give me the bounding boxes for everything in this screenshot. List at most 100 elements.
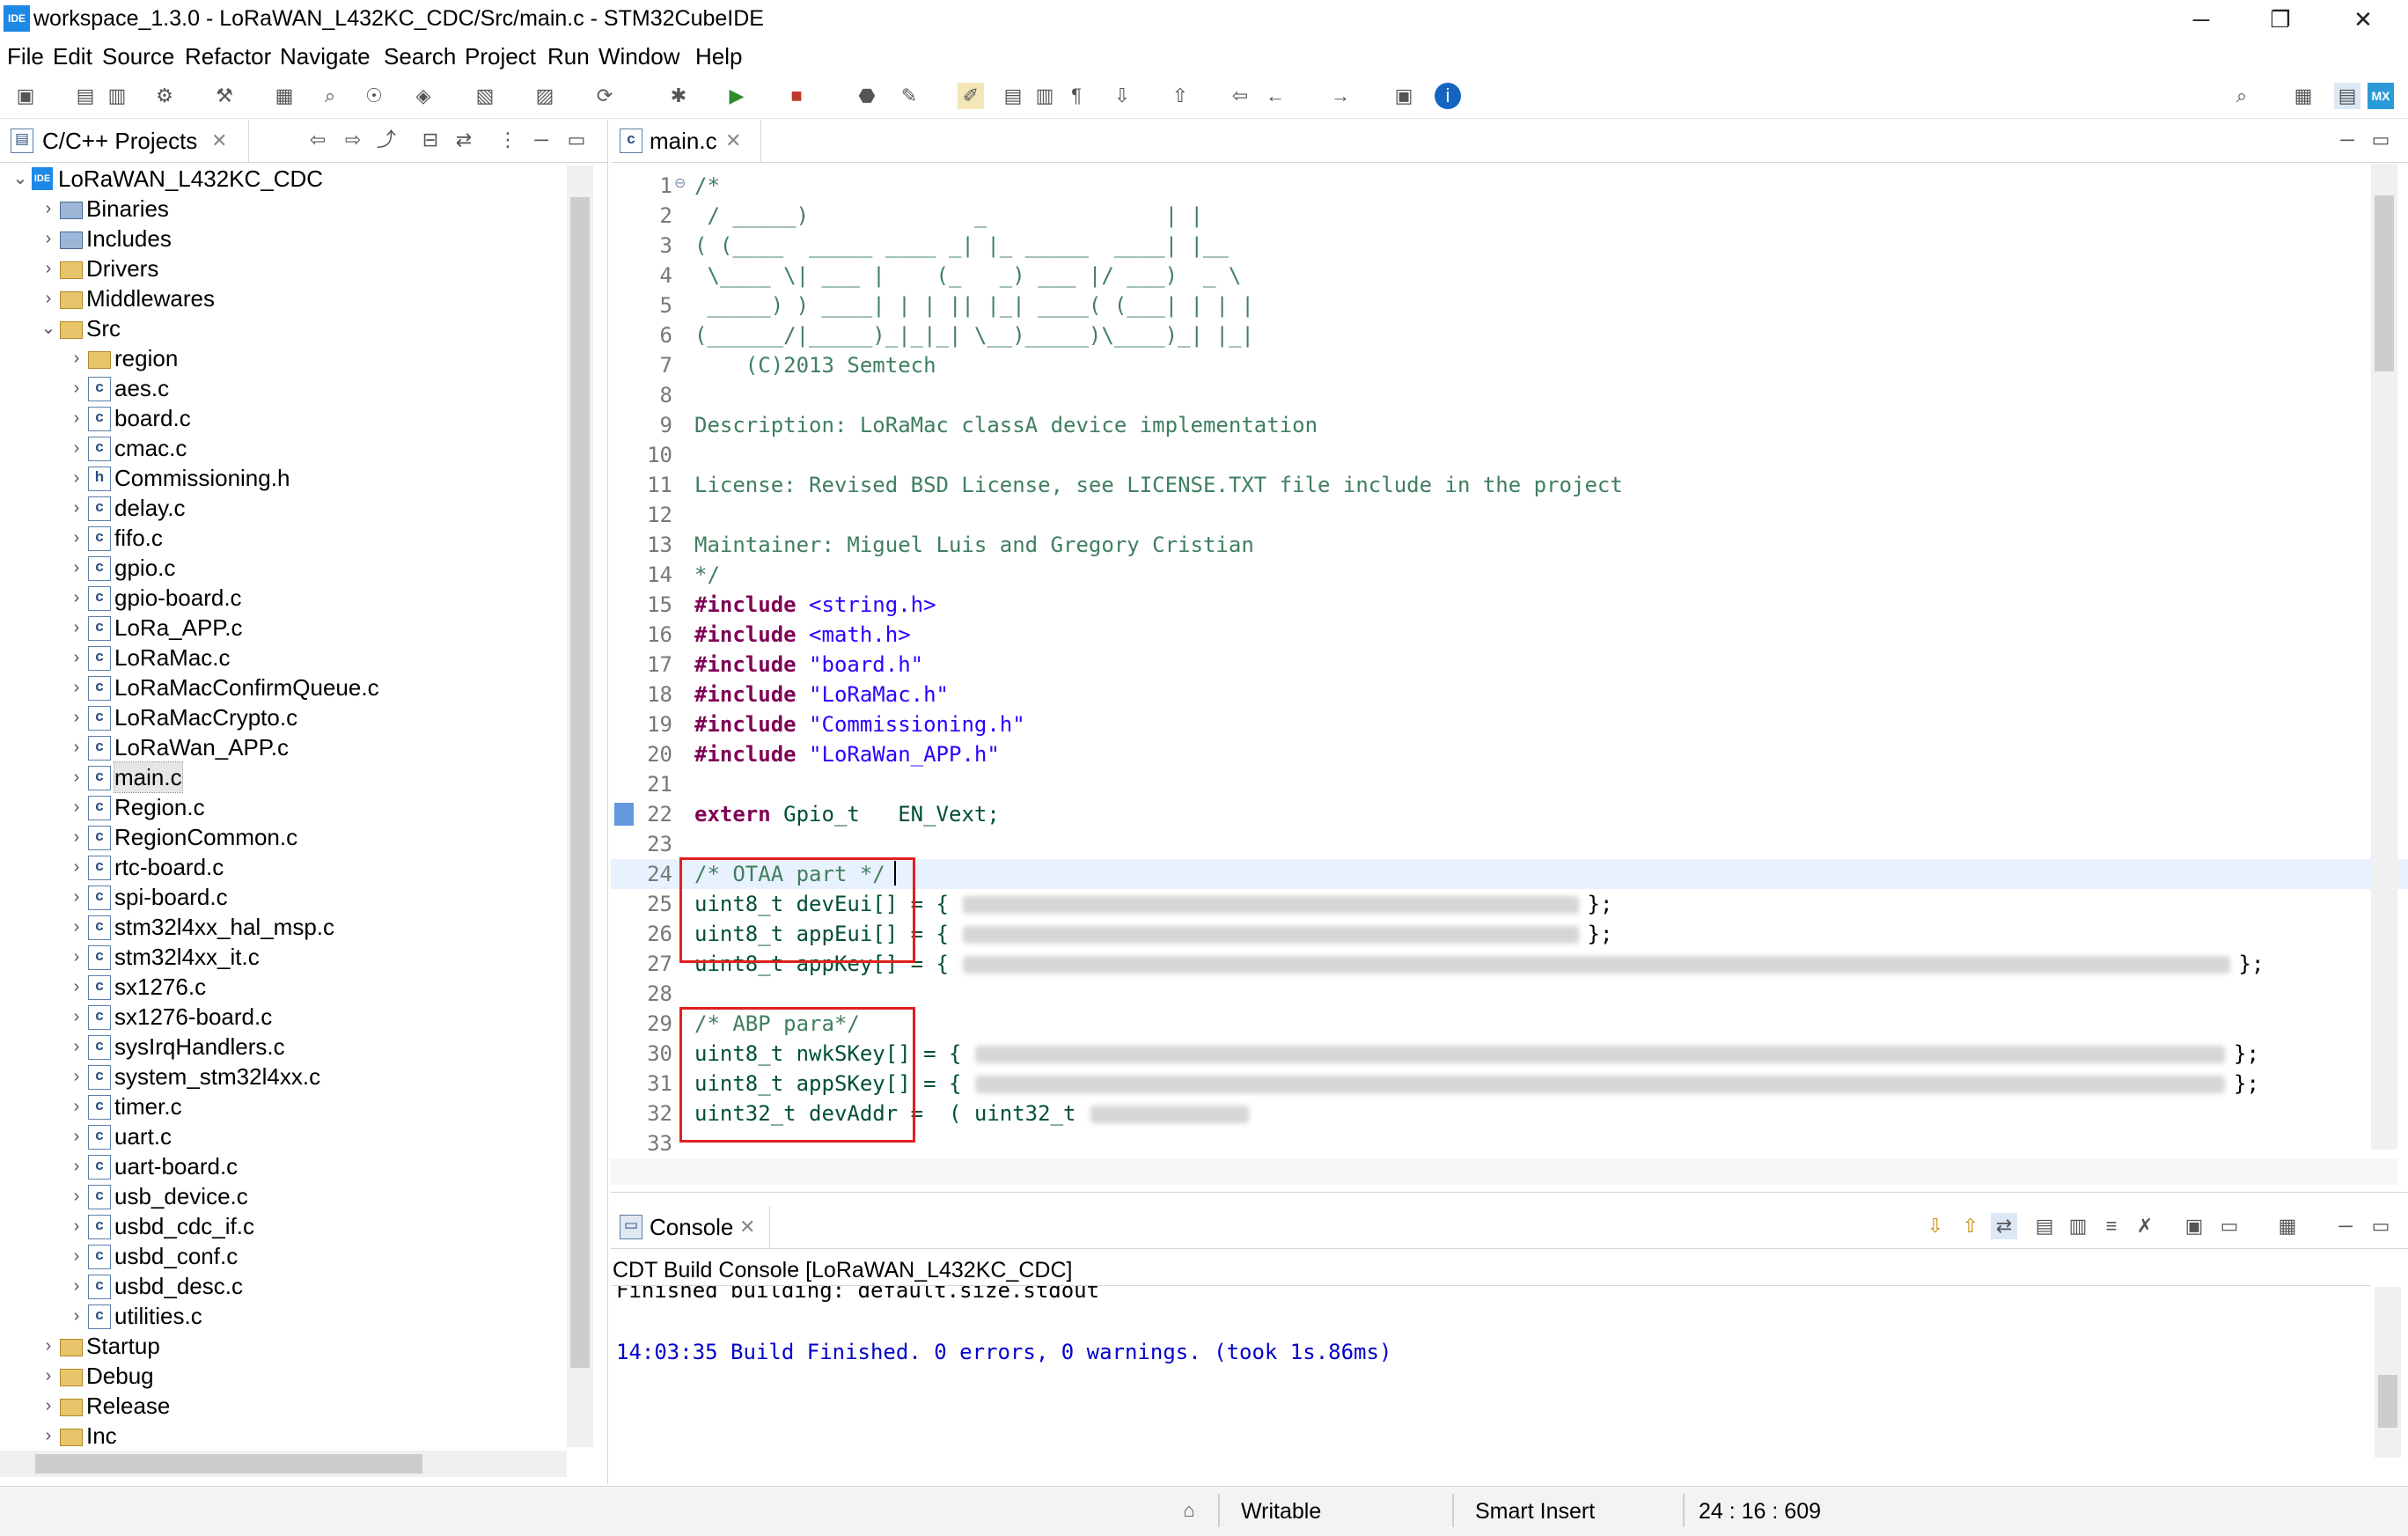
mark-occurrences-icon[interactable]: ▤ xyxy=(1000,83,1026,109)
menu-run[interactable]: Run xyxy=(547,42,590,70)
tree-item[interactable]: › c main.c xyxy=(0,761,563,793)
tab-cpp-projects[interactable]: ▤ C/C++ Projects ✕ xyxy=(0,120,249,162)
tab-console[interactable]: ▭ Console ✕ xyxy=(611,1206,770,1248)
chevron-down-icon[interactable]: ⌄ xyxy=(40,313,56,343)
chevron-right-icon[interactable]: › xyxy=(69,583,84,613)
tree-item[interactable]: › c usbd_cdc_if.c xyxy=(0,1211,563,1241)
menu-project[interactable]: Project xyxy=(465,42,536,70)
tree-item[interactable]: › c LoRaMacCrypto.c xyxy=(0,702,563,732)
chevron-right-icon[interactable]: › xyxy=(69,1241,84,1271)
forward-nav-icon[interactable]: ⇨ xyxy=(340,127,366,153)
tree-item[interactable]: › Binaries xyxy=(0,194,563,224)
tree-item[interactable]: › c stm32l4xx_it.c xyxy=(0,942,563,972)
editor-hscrollbar[interactable] xyxy=(611,1158,2397,1185)
chevron-right-icon[interactable]: › xyxy=(69,1032,84,1062)
annotation-marker-icon[interactable] xyxy=(614,803,634,826)
minimize-button[interactable]: ─ xyxy=(2162,0,2241,39)
maximize-view-icon[interactable]: ▭ xyxy=(563,127,590,153)
tree-item[interactable]: › c RegionCommon.c xyxy=(0,822,563,852)
debug-config-icon[interactable]: ☉ xyxy=(361,83,387,109)
chevron-right-icon[interactable]: › xyxy=(69,523,84,553)
tree-item[interactable]: › c LoRaMacConfirmQueue.c xyxy=(0,672,563,702)
minimize-view-icon[interactable]: ─ xyxy=(2332,1213,2359,1239)
menu-edit[interactable]: Edit xyxy=(53,42,92,70)
code-line[interactable]: 2 / _____) _ | | xyxy=(611,201,2408,231)
code-line[interactable]: 4 \____ \| ___ | (_ _) ___ |/ ___) _ \ xyxy=(611,261,2408,290)
code-line[interactable]: 23 xyxy=(611,829,2408,859)
chevron-right-icon[interactable]: › xyxy=(40,1331,56,1361)
scroll-lock-icon[interactable]: ⇄ xyxy=(1991,1213,2017,1239)
paste-console-icon[interactable]: ▥ xyxy=(2065,1213,2091,1239)
code-line[interactable]: 11 License: Revised BSD License, see LICE… xyxy=(611,470,2408,500)
code-line[interactable]: 3 ( (____ _____ ____ _| |_ _____ ____| |_… xyxy=(611,231,2408,261)
chevron-right-icon[interactable]: › xyxy=(69,792,84,822)
code-line[interactable]: 1 /* xyxy=(611,171,2408,201)
info-icon[interactable]: i xyxy=(1435,83,1461,109)
pin-console-icon[interactable]: ▣ xyxy=(2181,1213,2207,1239)
tree-item[interactable]: › Inc xyxy=(0,1421,563,1449)
chevron-right-icon[interactable]: › xyxy=(40,224,56,254)
tree-item[interactable]: › c stm32l4xx_hal_msp.c xyxy=(0,912,563,942)
chevron-right-icon[interactable]: › xyxy=(40,1361,56,1391)
tree-item[interactable]: › c board.c xyxy=(0,403,563,433)
tree-scroll-thumb[interactable] xyxy=(570,197,590,1368)
code-line[interactable]: 14 */ xyxy=(611,560,2408,590)
scroll-down-icon[interactable]: ⇩ xyxy=(1922,1213,1949,1239)
tree-item[interactable]: › Drivers xyxy=(0,254,563,283)
editor-scroll-thumb[interactable] xyxy=(2375,195,2394,371)
code-line[interactable]: 21 xyxy=(611,769,2408,799)
back-nav-icon[interactable]: ⇦ xyxy=(305,127,331,153)
tree-item[interactable]: › h Commissioning.h xyxy=(0,463,563,493)
maximize-view-icon[interactable]: ▭ xyxy=(2368,1213,2394,1239)
tree-item[interactable]: › Release xyxy=(0,1391,563,1421)
chevron-right-icon[interactable]: › xyxy=(69,672,84,702)
tree-item[interactable]: › c cmac.c xyxy=(0,433,563,463)
chevron-right-icon[interactable]: › xyxy=(69,1062,84,1091)
menu-search[interactable]: Search xyxy=(384,42,456,70)
tree-item[interactable]: › c uart-board.c xyxy=(0,1151,563,1181)
menu-source[interactable]: Source xyxy=(102,42,174,70)
tree-item[interactable]: › c gpio.c xyxy=(0,553,563,583)
tree-item[interactable]: › c spi-board.c xyxy=(0,882,563,912)
prev-annotation-icon[interactable]: ⇧ xyxy=(1167,83,1193,109)
chevron-right-icon[interactable]: › xyxy=(40,254,56,283)
tree-item[interactable]: › c LoRa_APP.c xyxy=(0,613,563,643)
chevron-right-icon[interactable]: › xyxy=(40,1421,56,1449)
copy-console-icon[interactable]: ▤ xyxy=(2031,1213,2058,1239)
chevron-right-icon[interactable]: › xyxy=(69,343,84,373)
tree-item[interactable]: › c usbd_conf.c xyxy=(0,1241,563,1271)
word-wrap-icon[interactable]: ≡ xyxy=(2098,1213,2125,1239)
open-folder-icon[interactable]: ▧ xyxy=(472,83,498,109)
code-editor[interactable]: 1/* 2 / _____) _ | | 3( (____ _____ ____ _… xyxy=(611,162,2408,1192)
chevron-right-icon[interactable]: › xyxy=(69,882,84,912)
code-line[interactable]: 28 xyxy=(611,979,2408,1009)
fold-collapse-icon[interactable]: ⊖ xyxy=(674,174,686,192)
view-menu-icon[interactable]: ⋮ xyxy=(495,127,521,153)
tree-item[interactable]: › c delay.c xyxy=(0,493,563,523)
tree-item[interactable]: › c rtc-board.c xyxy=(0,852,563,882)
code-line[interactable]: 15 #include <string.h> xyxy=(611,590,2408,620)
chevron-right-icon[interactable]: › xyxy=(69,1121,84,1151)
binary-icon[interactable]: ▦ xyxy=(271,83,297,109)
code-line[interactable]: 10 xyxy=(611,440,2408,470)
chevron-right-icon[interactable]: › xyxy=(69,822,84,852)
tab-main-c[interactable]: c main.c ✕ xyxy=(611,120,761,162)
chevron-right-icon[interactable]: › xyxy=(69,1271,84,1301)
console-scroll-thumb[interactable] xyxy=(2378,1375,2397,1428)
link-editor-icon[interactable]: ⇄ xyxy=(451,127,477,153)
stop-icon[interactable]: ■ xyxy=(783,83,810,109)
tree-item[interactable]: › c sysIrqHandlers.c xyxy=(0,1032,563,1062)
tree-item[interactable]: ⌄ Src xyxy=(0,313,563,343)
tree-item[interactable]: › c timer.c xyxy=(0,1091,563,1121)
chevron-right-icon[interactable]: › xyxy=(69,1181,84,1211)
cdt-perspective-icon[interactable]: ▤ xyxy=(2334,83,2360,109)
chevron-right-icon[interactable]: › xyxy=(40,283,56,313)
next-annotation-icon[interactable]: ⇩ xyxy=(1109,83,1135,109)
console-scrollbar[interactable] xyxy=(2375,1287,2401,1458)
close-icon[interactable]: ✕ xyxy=(739,1214,755,1240)
tree-hscrollbar[interactable] xyxy=(0,1451,567,1477)
tree-item[interactable]: › c LoRaWan_APP.c xyxy=(0,732,563,762)
chevron-right-icon[interactable]: › xyxy=(69,762,84,792)
code-line[interactable]: 13 Maintainer: Miguel Luis and Gregory Cr… xyxy=(611,530,2408,560)
tool-icon[interactable]: ✎ xyxy=(896,83,922,109)
